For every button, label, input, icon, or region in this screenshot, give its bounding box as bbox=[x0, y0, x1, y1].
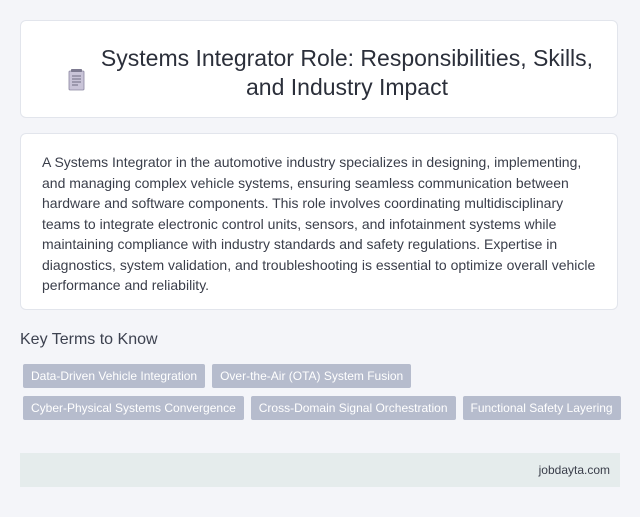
tag-functional-safety-layering[interactable]: Functional Safety Layering bbox=[462, 396, 621, 420]
tag-data-driven-vehicle-integration[interactable]: Data-Driven Vehicle Integration bbox=[23, 364, 206, 388]
summary-text: A Systems Integrator in the automotive i… bbox=[42, 154, 596, 293]
tag-row: Data-Driven Vehicle Integration Over-the… bbox=[23, 364, 412, 388]
summary-card: A Systems Integrator in the automotive i… bbox=[20, 133, 618, 310]
tag-row: Cyber-Physical Systems Convergence Cross… bbox=[23, 396, 621, 420]
tag-cyber-physical-systems-convergence[interactable]: Cyber-Physical Systems Convergence bbox=[23, 396, 244, 420]
page-title: Systems Integrator Role: Responsibilitie… bbox=[100, 45, 594, 100]
footer: jobdayta.com bbox=[20, 453, 620, 487]
footer-site[interactable]: jobdayta.com bbox=[539, 463, 610, 477]
title-card: Systems Integrator Role: Responsibilitie… bbox=[20, 20, 618, 118]
document-icon bbox=[68, 69, 85, 91]
tag-ota-system-fusion[interactable]: Over-the-Air (OTA) System Fusion bbox=[212, 364, 412, 388]
key-terms-heading: Key Terms to Know bbox=[20, 331, 158, 348]
tag-cross-domain-signal-orchestration[interactable]: Cross-Domain Signal Orchestration bbox=[250, 396, 456, 420]
